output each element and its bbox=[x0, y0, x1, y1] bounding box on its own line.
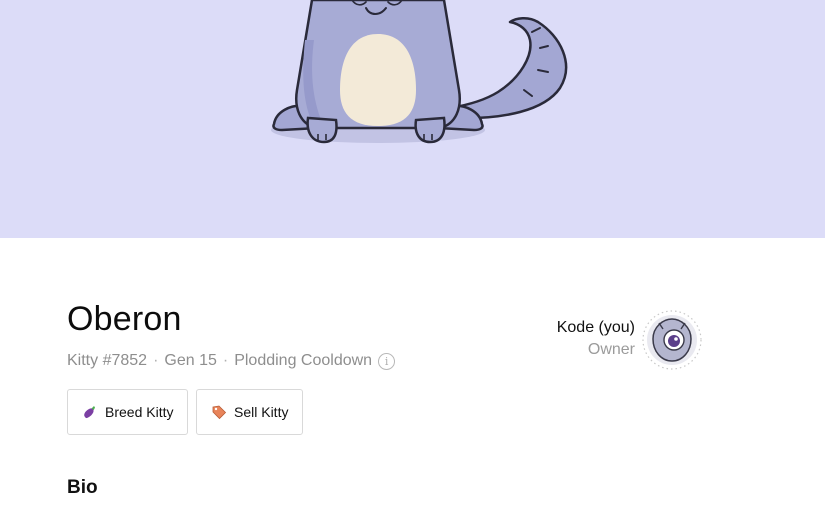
sell-kitty-button[interactable]: Sell Kitty bbox=[196, 389, 303, 435]
avatar[interactable] bbox=[641, 309, 703, 371]
kitty-id: Kitty #7852 bbox=[67, 352, 148, 369]
price-tag-icon bbox=[211, 404, 227, 420]
breed-kitty-button[interactable]: Breed Kitty bbox=[67, 389, 188, 435]
kitty-meta-line: Kitty #7852 · Gen 15 · Plodding Cooldown… bbox=[67, 352, 396, 370]
kitty-generation: Gen 15 bbox=[164, 352, 217, 369]
breed-kitty-label: Breed Kitty bbox=[105, 404, 174, 420]
info-icon[interactable]: i bbox=[378, 352, 396, 370]
owner-info[interactable]: Kode (you) Owner bbox=[557, 317, 635, 362]
kitty-hero-banner bbox=[0, 0, 825, 238]
sell-kitty-label: Sell Kitty bbox=[234, 404, 289, 420]
kitty-illustration bbox=[271, 0, 568, 144]
kitty-cooldown: Plodding Cooldown bbox=[234, 352, 373, 369]
owner-name: Kode (you) bbox=[556, 319, 635, 336]
kitty-name: Oberon bbox=[67, 300, 182, 338]
meta-separator: · bbox=[222, 352, 229, 369]
bio-heading: Bio bbox=[67, 477, 98, 498]
meta-separator: · bbox=[153, 352, 159, 369]
eggplant-icon bbox=[82, 404, 98, 420]
owner-role: Owner bbox=[587, 341, 635, 358]
